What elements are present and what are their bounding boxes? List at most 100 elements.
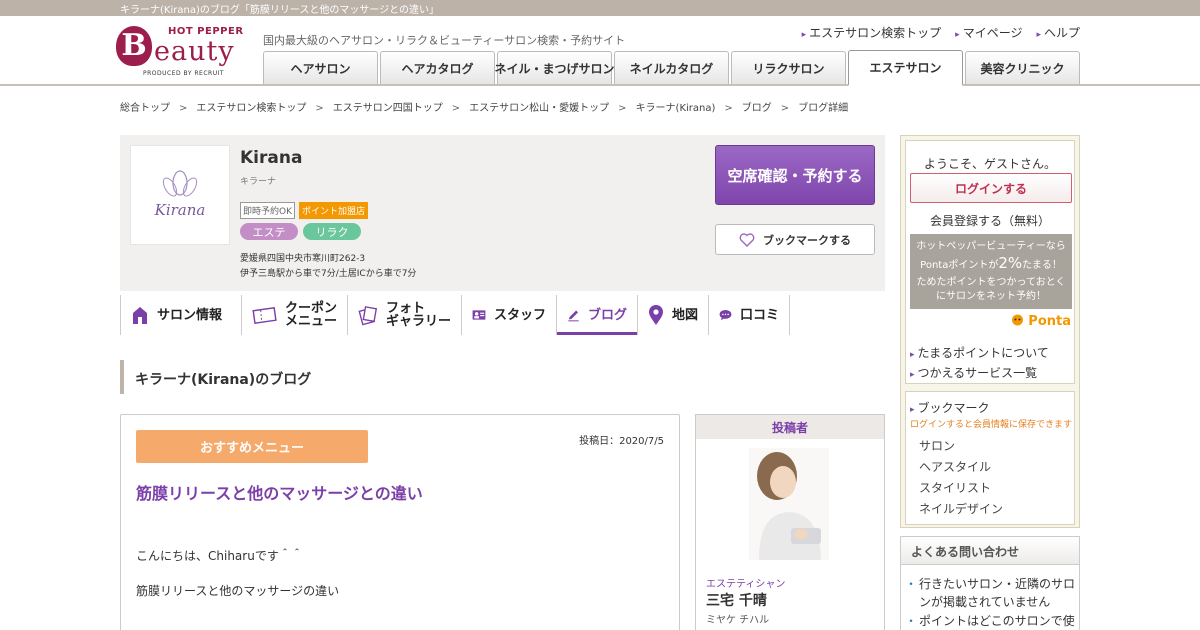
tab-hair-salon[interactable]: ヘアサロン — [263, 51, 378, 84]
faq-item[interactable]: ポイントはどこのサロンで使 — [905, 612, 1075, 630]
category-recommended-menu-button[interactable]: おすすめメニュー — [136, 430, 368, 463]
poster-heading: 投稿者 — [696, 415, 884, 439]
breadcrumb-item[interactable]: エステサロン松山・愛媛トップ — [469, 103, 609, 114]
staff-portrait-icon — [749, 448, 829, 560]
subnav-blog[interactable]: ブログ — [557, 295, 638, 335]
ponta-raccoon-icon — [1011, 314, 1023, 326]
category-esthe: エステ — [240, 223, 298, 240]
subnav-label: スタッフ — [493, 307, 546, 323]
poster-kana: ミヤケ チハル — [706, 615, 770, 626]
bookmark-item-stylist[interactable]: スタイリスト — [919, 478, 1003, 499]
point-member-badge: ポイント加盟店 — [299, 202, 369, 219]
subnav-label: 地図 — [671, 307, 698, 323]
sidebar-bookmark-box: ブックマーク ログインすると会員情報に保存できます サロン ヘアスタイル スタイ… — [905, 391, 1075, 525]
salon-badges: 即時予約OK ポイント加盟店 — [240, 202, 369, 219]
article-body: こんにちは、Chiharuです＾＾ 筋膜リリースと他のマッサージの違い — [136, 547, 339, 617]
subnav-label: ブログ — [587, 307, 627, 323]
breadcrumb: 総合トップ > エステサロン検索トップ > エステサロン四国トップ > エステサロン松山・愛… — [120, 103, 849, 114]
link-point-about[interactable]: たまるポイントについて — [910, 344, 1049, 364]
house-icon — [133, 307, 147, 324]
salon-name: Kirana — [240, 148, 303, 168]
salon-kana: キラーナ — [240, 177, 277, 187]
poster-box: 投稿者 エステティシャン 三宅 千晴 ミヤケ チハル — [695, 414, 885, 630]
subnav-reviews[interactable]: 口コミ — [709, 295, 790, 335]
subnav-label: サロン情報 — [157, 307, 223, 323]
point-links: たまるポイントについて つかえるサービス一覧 — [910, 344, 1049, 384]
bookmark-item-salon[interactable]: サロン — [919, 436, 1003, 457]
logo-b-mark: B — [116, 26, 152, 66]
link-mypage[interactable]: マイページ — [955, 24, 1023, 41]
poster-role: エステティシャン — [706, 579, 786, 590]
subnav-photo-gallery[interactable]: フォト ギャラリー — [348, 295, 462, 335]
article-title: 筋膜リリースと他のマッサージとの違い — [136, 484, 423, 503]
subnav-map[interactable]: 地図 — [638, 295, 709, 335]
site-tagline: 国内最大級のヘアサロン・リラク＆ビューティーサロン検索・予約サイト — [263, 34, 626, 47]
site-header: HOT PEPPER B eauty PRODUCED BY RECRUIT 国… — [0, 16, 1200, 86]
map-pin-icon — [648, 305, 663, 325]
salon-address-block: 愛媛県四国中央市寒川町262-3 伊予三島駅から車で7分/土居ICから車で7分 — [240, 252, 416, 282]
top-info-bar: キラーナ(Kirana)のブログ「筋膜リリースと他のマッサージとの違い」 — [0, 0, 1200, 16]
ponta-banner[interactable]: ホットペッパービューティーなら Pontaポイントが2%たまる！ ためたポイント… — [910, 234, 1072, 309]
pencil-icon — [568, 310, 579, 322]
blog-article: おすすめメニュー 投稿日：2020/7/5 筋膜リリースと他のマッサージとの違い… — [120, 414, 680, 630]
tab-beauty-clinic[interactable]: 美容クリニック — [965, 51, 1080, 84]
sidebar: ようこそ、ゲストさん。 ログインする 会員登録する（無料） ホットペッパービュー… — [900, 135, 1080, 528]
welcome-text: ようこそ、ゲストさん。 — [923, 157, 1056, 171]
coupon-icon — [252, 307, 277, 324]
link-point-services[interactable]: つかえるサービス一覧 — [910, 364, 1049, 384]
link-help[interactable]: ヘルプ — [1036, 24, 1080, 41]
bookmark-list: サロン ヘアスタイル スタイリスト ネイルデザイン — [919, 436, 1003, 520]
blog-heading: キラーナ(Kirana)のブログ — [120, 360, 885, 394]
subnav-staff[interactable]: スタッフ — [462, 295, 557, 335]
breadcrumb-item[interactable]: キラーナ(Kirana) — [636, 103, 716, 114]
breadcrumb-item[interactable]: エステサロン検索トップ — [196, 103, 306, 114]
hotpepper-beauty-logo[interactable]: HOT PEPPER B eauty PRODUCED BY RECRUIT — [116, 24, 248, 80]
breadcrumb-item[interactable]: ブログ — [742, 103, 772, 114]
logo-produced-text: PRODUCED BY RECRUIT — [143, 70, 225, 77]
faq-item[interactable]: 行きたいサロン・近隣のサロンが掲載されていません — [905, 575, 1075, 611]
link-esthe-search-top[interactable]: エステサロン検索トップ — [802, 24, 941, 41]
subnav-coupon-menu[interactable]: クーポン メニュー — [242, 295, 348, 335]
tab-hair-catalog[interactable]: ヘアカタログ — [380, 51, 495, 84]
tab-relax-salon[interactable]: リラクサロン — [731, 51, 846, 84]
article-paragraph: こんにちは、Chiharuです＾＾ — [136, 549, 303, 563]
logo-beauty-text: eauty — [154, 36, 235, 67]
bookmark-item-nail-design[interactable]: ネイルデザイン — [919, 499, 1003, 520]
subnav-label: クーポン メニュー — [284, 301, 337, 329]
poster-name[interactable]: 三宅 千晴 — [706, 590, 767, 610]
salon-categories: エステ リラク — [240, 223, 361, 240]
post-date: 投稿日：2020/7/5 — [579, 436, 664, 447]
register-link[interactable]: 会員登録する（無料） — [906, 212, 1074, 229]
tab-nail-eyelash-salon[interactable]: ネイル・まつげサロン — [495, 51, 615, 84]
salon-logo-image: Kirana — [130, 145, 230, 245]
instant-booking-badge: 即時予約OK — [240, 202, 295, 219]
article-paragraph: 筋膜リリースと他のマッサージの違い — [136, 584, 340, 598]
login-button[interactable]: ログインする — [910, 173, 1072, 203]
kirana-logo-icon: Kirana — [154, 170, 205, 219]
staff-card-icon — [472, 310, 486, 320]
breadcrumb-item[interactable]: エステサロン四国トップ — [333, 103, 443, 114]
bookmark-item-hairstyle[interactable]: ヘアスタイル — [919, 457, 1003, 478]
tab-esthe-salon[interactable]: エステサロン — [848, 50, 963, 86]
faq-heading: よくある問い合わせ — [901, 537, 1079, 565]
header-links: エステサロン検索トップ マイページ ヘルプ — [802, 24, 1080, 41]
bookmark-button[interactable]: ブックマークする — [715, 224, 875, 255]
salon-access: 伊予三島駅から車で7分/土居ICから車で7分 — [240, 269, 417, 279]
salon-info-box: Kirana Kirana キラーナ 即時予約OK ポイント加盟店 エステ リラ… — [120, 135, 885, 291]
poster-photo[interactable] — [749, 448, 829, 560]
blog-heading-text: キラーナ(Kirana)のブログ — [135, 372, 312, 388]
subnav-label: 口コミ — [739, 307, 779, 323]
bookmark-note: ログインすると会員情報に保存できます — [910, 420, 1073, 430]
reserve-button[interactable]: 空席確認・予約する — [715, 145, 875, 205]
bookmark-title[interactable]: ブックマーク — [910, 399, 990, 416]
page-title-text: キラーナ(Kirana)のブログ「筋膜リリースと他のマッサージとの違い」 — [120, 5, 440, 16]
subnav-label: フォト ギャラリー — [385, 301, 451, 329]
heart-icon — [739, 232, 755, 247]
tab-nail-catalog[interactable]: ネイルカタログ — [614, 51, 729, 84]
salon-subnav: サロン情報 クーポン メニュー フォト ギャラリー スタッフ ブログ 地図 口コミ — [120, 295, 790, 335]
bookmark-label: ブックマークする — [763, 233, 851, 247]
salon-address: 愛媛県四国中央市寒川町262-3 — [240, 254, 366, 264]
breadcrumb-item[interactable]: 総合トップ — [120, 103, 170, 114]
sidebar-account-box: ようこそ、ゲストさん。 ログインする 会員登録する（無料） ホットペッパービュー… — [905, 140, 1075, 384]
subnav-salon-info[interactable]: サロン情報 — [120, 295, 242, 335]
